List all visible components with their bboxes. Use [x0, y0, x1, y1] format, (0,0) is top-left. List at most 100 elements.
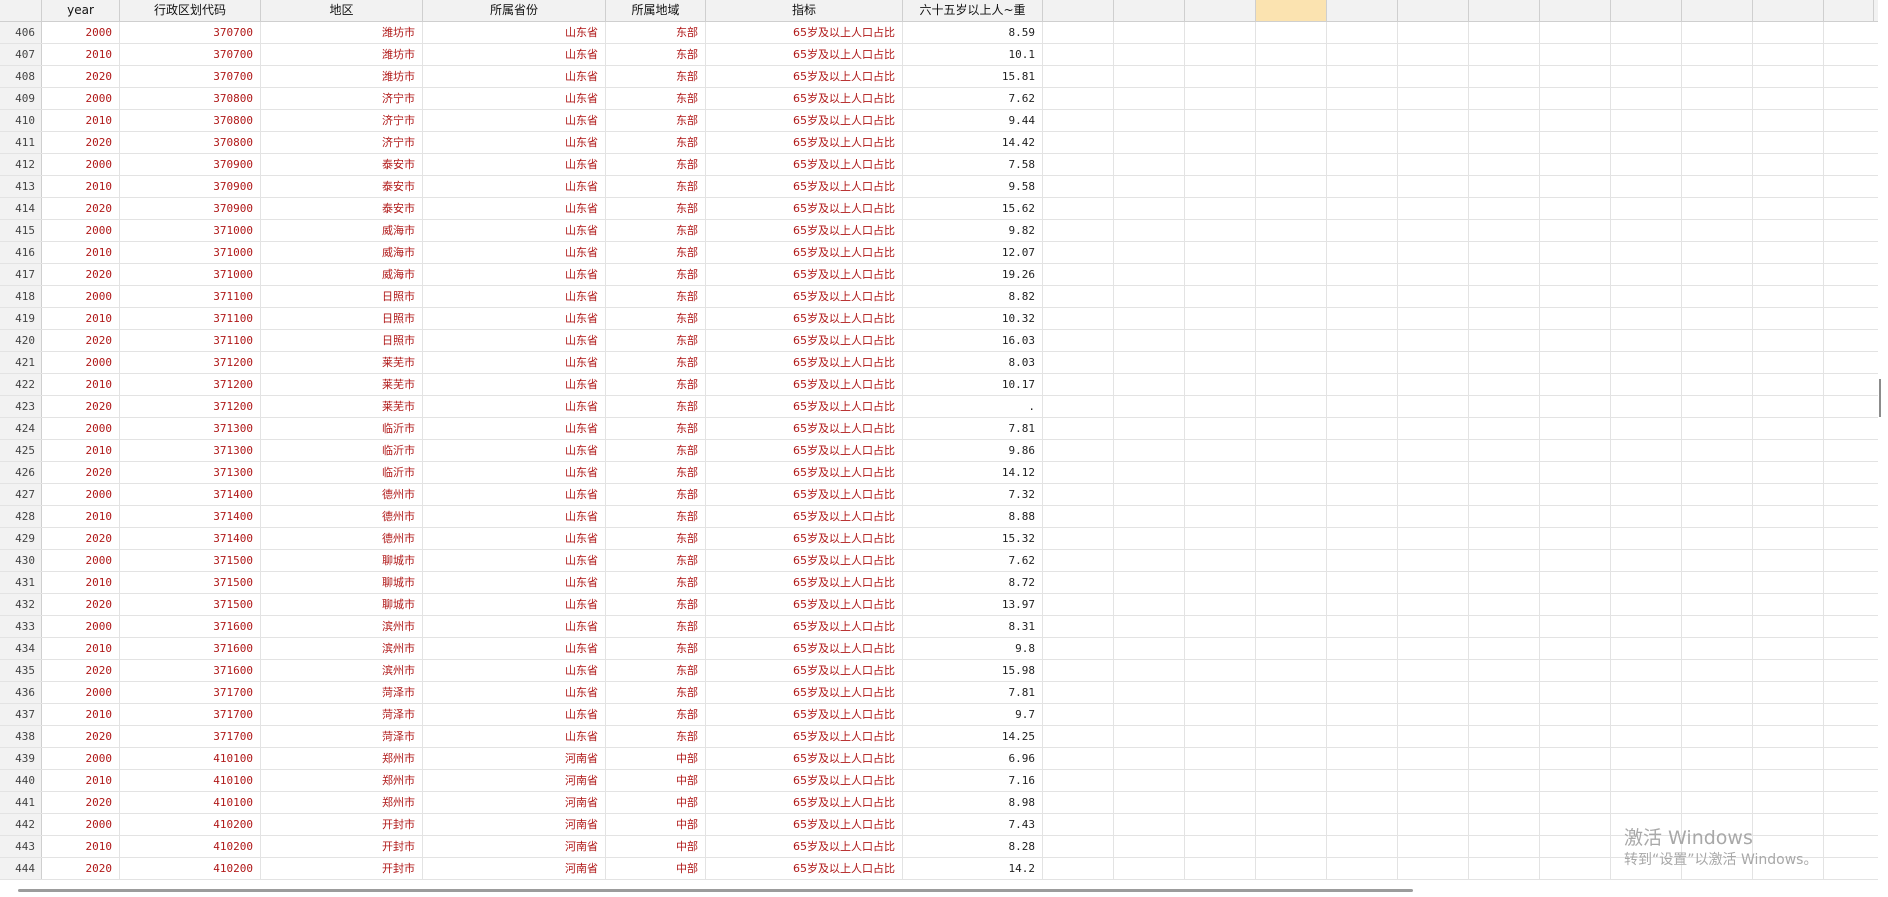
cell-code[interactable]: 370700 [120, 44, 261, 65]
cell-empty[interactable] [1540, 572, 1611, 593]
cell-empty[interactable] [1114, 616, 1185, 637]
cell-code[interactable]: 410200 [120, 836, 261, 857]
cell-region[interactable]: 中部 [606, 858, 706, 879]
cell-value[interactable]: 8.98 [903, 792, 1043, 813]
cell-empty[interactable] [1824, 836, 1874, 857]
cell-area[interactable]: 滨州市 [261, 616, 423, 637]
cell-area[interactable]: 潍坊市 [261, 22, 423, 43]
cell-empty[interactable] [1469, 396, 1540, 417]
cell-empty[interactable] [1469, 638, 1540, 659]
cell-code[interactable]: 371700 [120, 726, 261, 747]
cell-empty[interactable] [1682, 66, 1753, 87]
cell-empty[interactable] [1540, 220, 1611, 241]
cell-empty[interactable] [1611, 638, 1682, 659]
row-number[interactable]: 406 [0, 22, 42, 43]
cell-indicator[interactable]: 65岁及以上人口占比 [706, 418, 903, 439]
cell-empty[interactable] [1185, 198, 1256, 219]
cell-empty[interactable] [1753, 264, 1824, 285]
cell-code[interactable]: 371300 [120, 462, 261, 483]
column-header-empty[interactable] [1611, 0, 1682, 21]
cell-empty[interactable] [1469, 616, 1540, 637]
cell-year[interactable]: 2020 [42, 132, 120, 153]
cell-code[interactable]: 410100 [120, 770, 261, 791]
column-header-empty[interactable] [1682, 0, 1753, 21]
cell-empty[interactable] [1469, 858, 1540, 879]
cell-empty[interactable] [1256, 286, 1327, 307]
cell-empty[interactable] [1611, 88, 1682, 109]
cell-empty[interactable] [1540, 242, 1611, 263]
cell-empty[interactable] [1185, 264, 1256, 285]
cell-empty[interactable] [1824, 66, 1874, 87]
column-header-empty[interactable] [1114, 0, 1185, 21]
cell-province[interactable]: 山东省 [423, 550, 606, 571]
cell-empty[interactable] [1753, 792, 1824, 813]
cell-empty[interactable] [1611, 264, 1682, 285]
cell-indicator[interactable]: 65岁及以上人口占比 [706, 22, 903, 43]
cell-empty[interactable] [1611, 550, 1682, 571]
cell-empty[interactable] [1185, 352, 1256, 373]
cell-empty[interactable] [1114, 198, 1185, 219]
cell-empty[interactable] [1753, 352, 1824, 373]
cell-value[interactable]: 14.12 [903, 462, 1043, 483]
cell-empty[interactable] [1256, 176, 1327, 197]
cell-year[interactable]: 2020 [42, 264, 120, 285]
cell-empty[interactable] [1469, 550, 1540, 571]
cell-indicator[interactable]: 65岁及以上人口占比 [706, 220, 903, 241]
cell-empty[interactable] [1327, 352, 1398, 373]
cell-empty[interactable] [1540, 462, 1611, 483]
cell-empty[interactable] [1611, 198, 1682, 219]
cell-empty[interactable] [1185, 66, 1256, 87]
cell-empty[interactable] [1398, 198, 1469, 219]
cell-empty[interactable] [1398, 132, 1469, 153]
cell-empty[interactable] [1611, 110, 1682, 131]
cell-empty[interactable] [1824, 682, 1874, 703]
cell-empty[interactable] [1469, 748, 1540, 769]
cell-empty[interactable] [1611, 66, 1682, 87]
cell-value[interactable]: 8.03 [903, 352, 1043, 373]
cell-region[interactable]: 东部 [606, 484, 706, 505]
cell-indicator[interactable]: 65岁及以上人口占比 [706, 242, 903, 263]
cell-empty[interactable] [1398, 440, 1469, 461]
cell-province[interactable]: 河南省 [423, 792, 606, 813]
row-number[interactable]: 435 [0, 660, 42, 681]
cell-area[interactable]: 郑州市 [261, 792, 423, 813]
cell-indicator[interactable]: 65岁及以上人口占比 [706, 88, 903, 109]
cell-area[interactable]: 临沂市 [261, 462, 423, 483]
cell-province[interactable]: 山东省 [423, 66, 606, 87]
cell-province[interactable]: 山东省 [423, 440, 606, 461]
cell-empty[interactable] [1327, 726, 1398, 747]
cell-empty[interactable] [1327, 682, 1398, 703]
row-number[interactable]: 444 [0, 858, 42, 879]
cell-province[interactable]: 山东省 [423, 132, 606, 153]
cell-empty[interactable] [1043, 44, 1114, 65]
cell-area[interactable]: 德州市 [261, 528, 423, 549]
cell-empty[interactable] [1114, 594, 1185, 615]
cell-empty[interactable] [1398, 814, 1469, 835]
cell-area[interactable]: 威海市 [261, 264, 423, 285]
cell-code[interactable]: 371600 [120, 616, 261, 637]
cell-area[interactable]: 开封市 [261, 814, 423, 835]
cell-region[interactable]: 东部 [606, 418, 706, 439]
cell-value[interactable]: 7.81 [903, 418, 1043, 439]
cell-empty[interactable] [1753, 176, 1824, 197]
column-header-area[interactable]: 地区 [261, 0, 423, 21]
cell-code[interactable]: 371200 [120, 352, 261, 373]
cell-empty[interactable] [1682, 286, 1753, 307]
cell-empty[interactable] [1185, 220, 1256, 241]
cell-value[interactable]: 8.59 [903, 22, 1043, 43]
cell-code[interactable]: 371100 [120, 330, 261, 351]
cell-empty[interactable] [1824, 550, 1874, 571]
cell-empty[interactable] [1398, 550, 1469, 571]
cell-empty[interactable] [1327, 638, 1398, 659]
cell-empty[interactable] [1327, 770, 1398, 791]
cell-empty[interactable] [1327, 308, 1398, 329]
cell-value[interactable]: 9.44 [903, 110, 1043, 131]
cell-region[interactable]: 中部 [606, 814, 706, 835]
cell-empty[interactable] [1469, 198, 1540, 219]
cell-empty[interactable] [1469, 814, 1540, 835]
cell-empty[interactable] [1540, 198, 1611, 219]
cell-empty[interactable] [1114, 704, 1185, 725]
cell-empty[interactable] [1043, 198, 1114, 219]
column-header-selected[interactable] [1256, 0, 1327, 21]
cell-indicator[interactable]: 65岁及以上人口占比 [706, 286, 903, 307]
